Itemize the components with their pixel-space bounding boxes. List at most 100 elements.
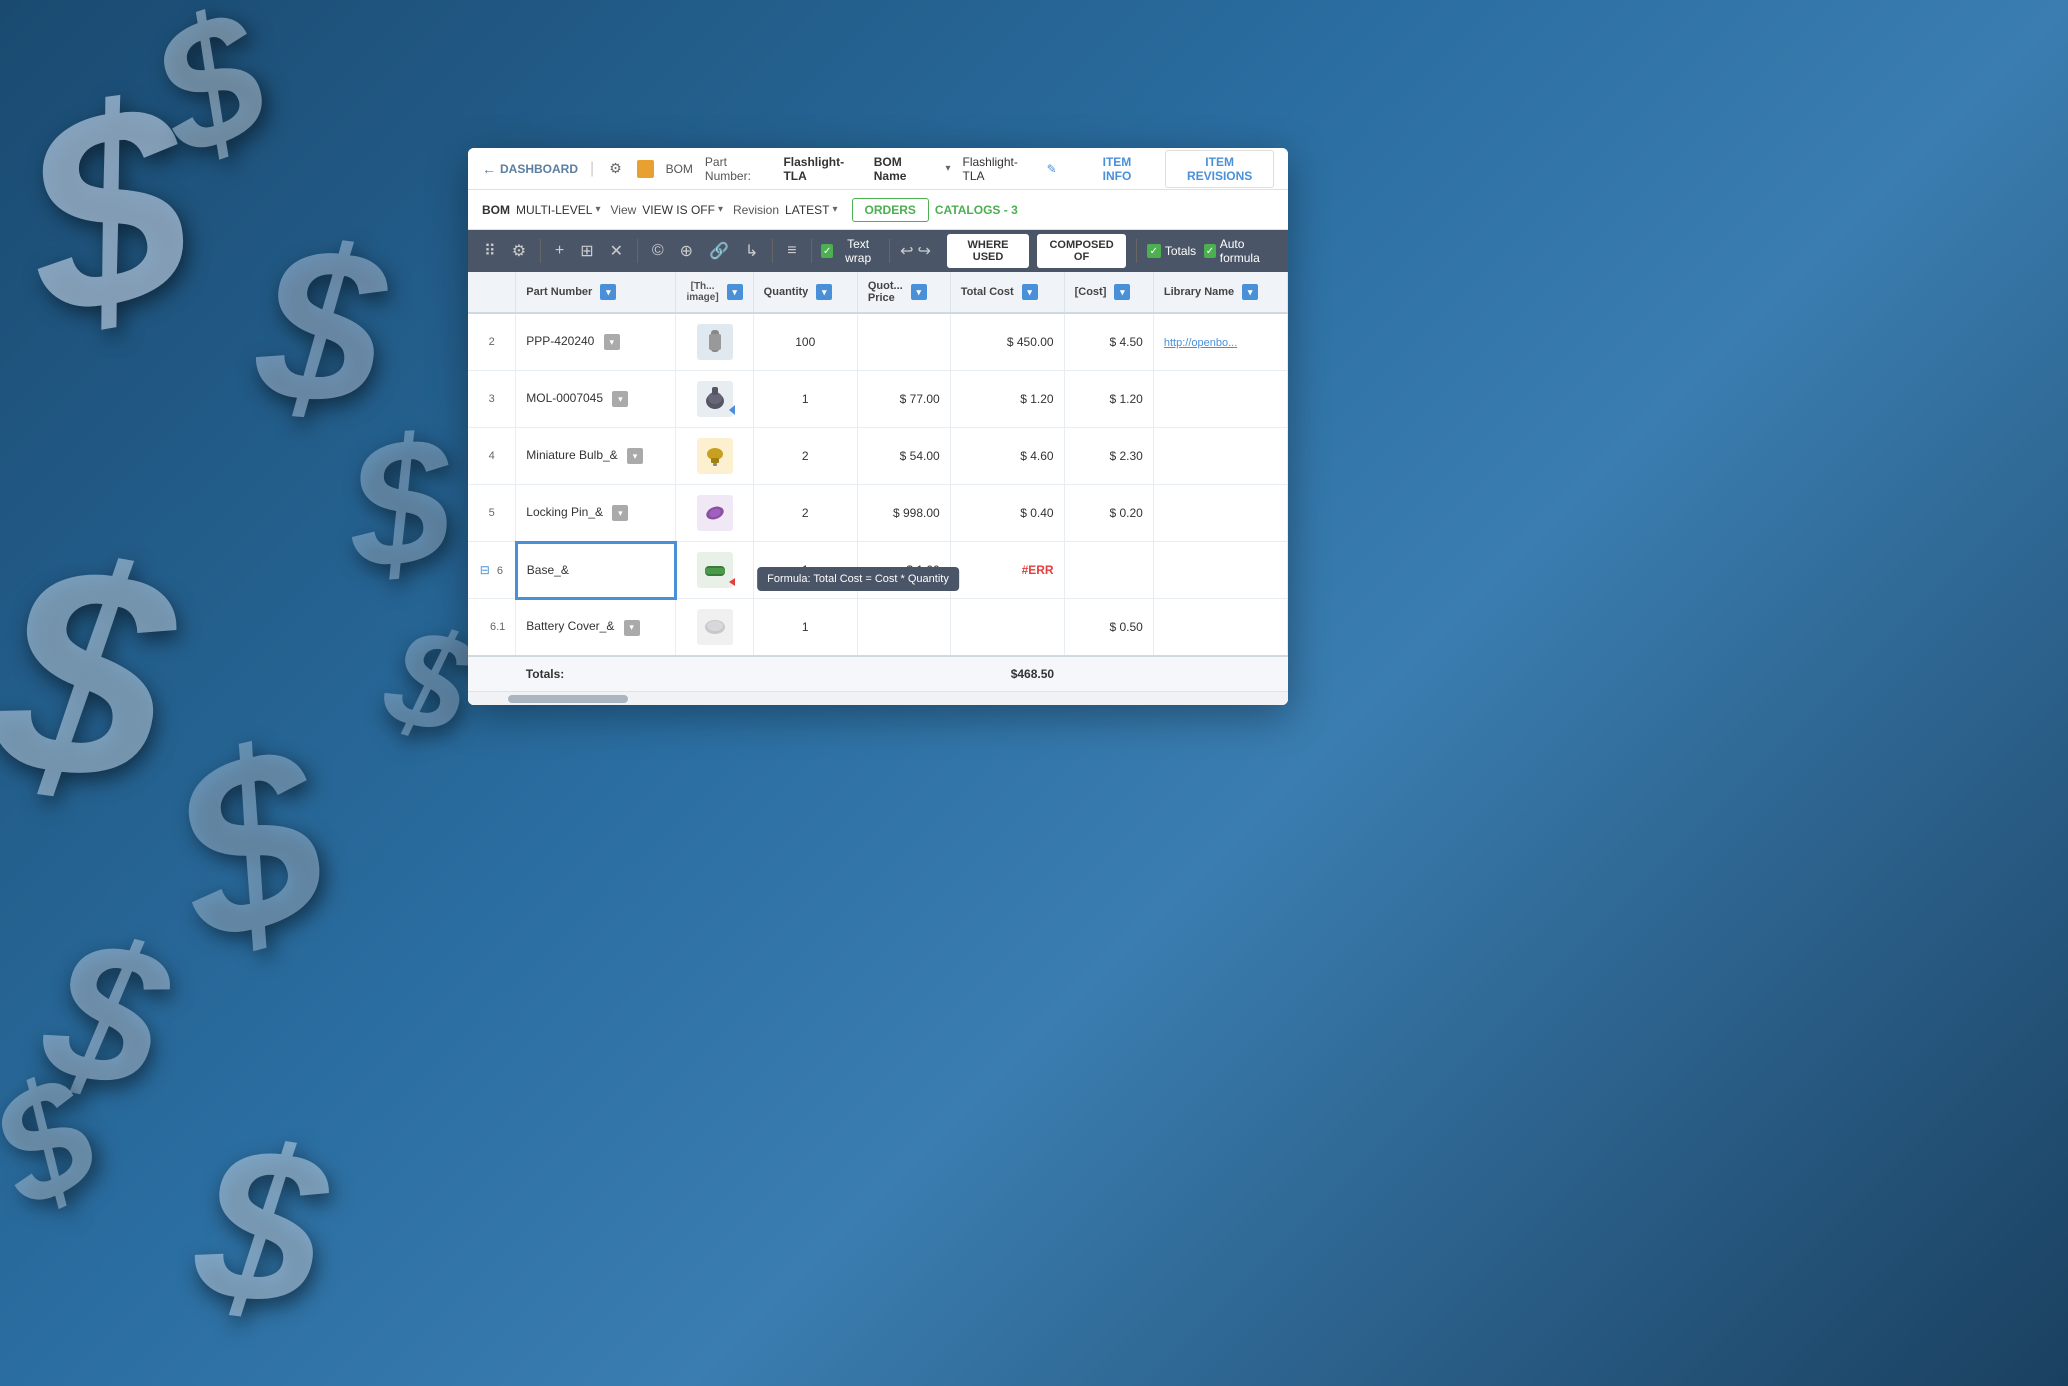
- row-filter-icon-5[interactable]: ▾: [612, 505, 628, 521]
- arrow-icon[interactable]: ↳: [741, 239, 762, 263]
- revision-arrow-icon: ▾: [833, 204, 838, 215]
- revision-label: Revision: [733, 203, 779, 217]
- thumbnail-cell-5: [676, 485, 753, 542]
- part-number-cell-6[interactable]: Base_&: [516, 542, 676, 599]
- main-panel: ← DASHBOARD | ⚙ BOM Part Number: Flashli…: [468, 148, 1288, 705]
- bom-name-dropdown-icon[interactable]: ▾: [945, 163, 950, 174]
- row-filter-icon-3[interactable]: ▾: [612, 391, 628, 407]
- library-name-cell-4: [1153, 428, 1287, 485]
- revision-value: LATEST: [785, 203, 829, 217]
- part-number-value-5: Locking Pin_&: [526, 505, 603, 519]
- formula-text: Formula: Total Cost = Cost * Quantity: [767, 573, 949, 585]
- revision-dropdown[interactable]: LATEST ▾: [785, 203, 838, 217]
- link-icon[interactable]: 🔗: [705, 239, 733, 263]
- multi-level-dropdown[interactable]: MULTI-LEVEL ▾: [516, 203, 601, 217]
- row-filter-icon-2[interactable]: ▾: [604, 334, 620, 350]
- part-number-cell-3[interactable]: MOL-0007045 ▾: [516, 371, 676, 428]
- hierarchy-icon[interactable]: ⠿: [480, 239, 500, 263]
- row-filter-icon-6-1[interactable]: ▾: [624, 620, 640, 636]
- totals-checkbox[interactable]: ✓: [1147, 244, 1161, 258]
- quot-price-filter-icon[interactable]: ▾: [911, 284, 927, 300]
- part-number-cell-2[interactable]: PPP-420240 ▾: [516, 313, 676, 371]
- total-cost-cell-5: $ 0.40: [950, 485, 1064, 542]
- table-row: 2 PPP-420240 ▾ 100 $ 450.00 $ 4.50: [468, 313, 1288, 371]
- part-number-cell-4[interactable]: Miniature Bulb_& ▾: [516, 428, 676, 485]
- totals-text: Totals:: [526, 667, 564, 681]
- col-header-part-number[interactable]: Part Number ▾: [516, 272, 676, 313]
- view-arrow-icon: ▾: [718, 204, 723, 215]
- catalogs-button[interactable]: CATALOGS - 3: [935, 199, 1018, 221]
- cost-cell-2: $ 4.50: [1064, 313, 1153, 371]
- orders-button[interactable]: ORDERS: [852, 198, 929, 222]
- redo-button[interactable]: ↪: [918, 241, 931, 261]
- thumbnail-cell-2: [676, 313, 753, 371]
- col-header-thumbnail[interactable]: [Th...image] ▾: [676, 272, 753, 313]
- row-expand-icon-6[interactable]: ⊟: [480, 563, 490, 577]
- copy-icon[interactable]: ©: [648, 240, 668, 262]
- col-header-total-cost[interactable]: Total Cost ▾: [950, 272, 1064, 313]
- view-dropdown[interactable]: VIEW IS OFF ▾: [642, 203, 723, 217]
- config-icon[interactable]: ⚙: [508, 239, 530, 263]
- col-header-quantity[interactable]: Quantity ▾: [753, 272, 857, 313]
- dollar-icon-8: $: [185, 1093, 337, 1359]
- quot-price-cell-2: [857, 313, 950, 371]
- cost-cell-6-1: $ 0.50: [1064, 599, 1153, 657]
- text-wrap-button[interactable]: ✓ Text wrap: [821, 237, 879, 265]
- quantity-cell-2: 100: [753, 313, 857, 371]
- totals-label: Totals: [1165, 244, 1196, 258]
- part-number-cell-5[interactable]: Locking Pin_& ▾: [516, 485, 676, 542]
- item-info-button[interactable]: ITEM INFO: [1081, 151, 1154, 187]
- align-icon[interactable]: ≡: [783, 240, 800, 262]
- dashboard-label: DASHBOARD: [500, 162, 578, 176]
- grid-icon[interactable]: ⊞: [576, 239, 597, 263]
- delete-icon[interactable]: ✕: [606, 239, 627, 263]
- cost-filter-icon[interactable]: ▾: [1114, 284, 1130, 300]
- dollar-icon-4: $: [0, 490, 190, 856]
- view-label: View: [611, 203, 637, 217]
- quot-price-cell-5: $ 998.00: [857, 485, 950, 542]
- cost-cell-3: $ 1.20: [1064, 371, 1153, 428]
- part-number-col-label: Part Number: [526, 286, 592, 298]
- back-to-dashboard-button[interactable]: ← DASHBOARD: [482, 161, 578, 177]
- second-nav: BOM MULTI-LEVEL ▾ View VIEW IS OFF ▾ Rev…: [468, 190, 1288, 230]
- where-used-button[interactable]: WHERE USED: [947, 234, 1029, 268]
- thumbnail-4: [697, 438, 733, 474]
- quantity-filter-icon[interactable]: ▾: [816, 284, 832, 300]
- library-name-filter-icon[interactable]: ▾: [1242, 284, 1258, 300]
- composed-of-button[interactable]: COMPOSED OF: [1037, 234, 1126, 268]
- row-num-4: 4: [468, 428, 516, 485]
- thumbnail-col-label: [Th...image]: [686, 281, 718, 303]
- table-row: 5 Locking Pin_& ▾ 2 $: [468, 485, 1288, 542]
- total-cost-cell-6: #ERR: [950, 542, 1064, 599]
- col-header-quot-price[interactable]: Quot...Price ▾: [857, 272, 950, 313]
- col-header-cost[interactable]: [Cost] ▾: [1064, 272, 1153, 313]
- library-name-cell-2[interactable]: http://openbo...: [1153, 313, 1287, 371]
- total-cost-cell-3: $ 1.20: [950, 371, 1064, 428]
- col-header-library-name[interactable]: Library Name ▾: [1153, 272, 1287, 313]
- paste-icon[interactable]: ⊕: [676, 239, 697, 263]
- thumbnail-filter-icon[interactable]: ▾: [727, 284, 743, 300]
- total-cost-filter-icon[interactable]: ▾: [1022, 284, 1038, 300]
- text-wrap-label: Text wrap: [837, 237, 879, 265]
- item-revisions-button[interactable]: ITEM REVISIONS: [1165, 150, 1274, 188]
- library-link-2[interactable]: http://openbo...: [1164, 337, 1237, 349]
- part-number-cell-6-1[interactable]: Battery Cover_& ▾: [516, 599, 676, 657]
- quantity-col-label: Quantity: [764, 286, 809, 298]
- row-num-6: ⊟ 6: [468, 542, 516, 599]
- toolbar-divider-1: [540, 239, 541, 263]
- part-number-filter-icon[interactable]: ▾: [600, 284, 616, 300]
- undo-button[interactable]: ↩: [900, 241, 913, 261]
- total-cost-cell-4: $ 4.60: [950, 428, 1064, 485]
- auto-formula-label-group: ✓ Auto formula: [1204, 237, 1276, 265]
- part-number-value: Flashlight-TLA: [783, 155, 861, 183]
- settings-icon[interactable]: ⚙: [606, 159, 625, 179]
- thumbnail-cell-3: [676, 371, 753, 428]
- scrollbar-thumb[interactable]: [508, 695, 628, 703]
- add-row-icon[interactable]: +: [551, 240, 568, 262]
- quantity-cell-3: 1: [753, 371, 857, 428]
- edit-bom-name-icon[interactable]: ✎: [1047, 162, 1057, 176]
- horizontal-scrollbar[interactable]: [468, 691, 1288, 705]
- quantity-cell-5: 2: [753, 485, 857, 542]
- auto-formula-checkbox[interactable]: ✓: [1204, 244, 1216, 258]
- row-filter-icon-4[interactable]: ▾: [627, 448, 643, 464]
